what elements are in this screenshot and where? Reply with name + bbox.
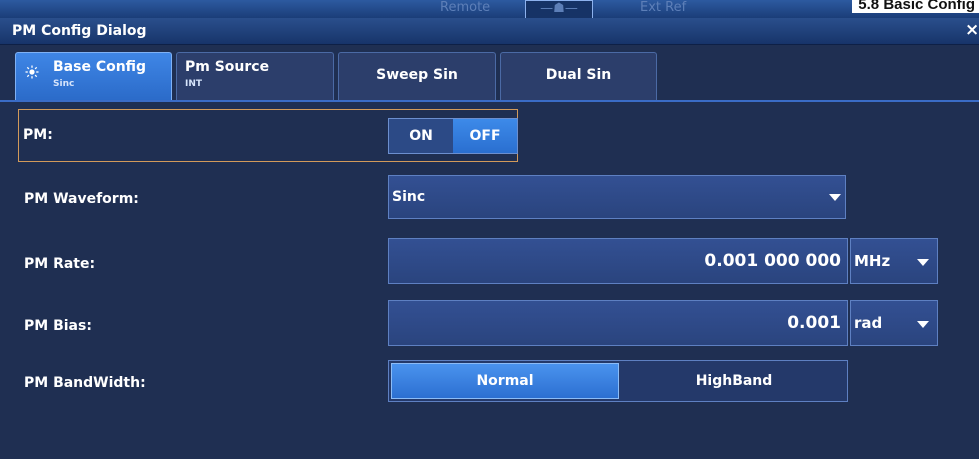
dialog-title: PM Config Dialog xyxy=(12,23,147,39)
pm-bias-unit-select[interactable]: rad xyxy=(850,300,938,346)
pm-rate-label: PM Rate: xyxy=(24,256,96,272)
tab-label: Base Config xyxy=(53,59,147,75)
pm-bandwidth-label: PM BandWidth: xyxy=(24,375,146,391)
tab-base-config[interactable]: Base Config Sinc xyxy=(15,52,172,100)
dialog-titlebar: PM Config Dialog × xyxy=(0,18,979,45)
pm-rate-input[interactable]: 0.001 000 000 xyxy=(388,238,848,284)
bandwidth-normal-option[interactable]: Normal xyxy=(391,363,619,399)
tab-sweep-sin[interactable]: Sweep Sin xyxy=(338,52,496,100)
tab-pm-source[interactable]: Pm Source INT xyxy=(176,52,334,100)
tab-bar: Base Config Sinc Pm Source INT Sweep Sin… xyxy=(0,45,979,102)
pm-off-option[interactable]: OFF xyxy=(453,119,517,153)
caret-down-icon xyxy=(829,194,841,201)
tab-dual-sin[interactable]: Dual Sin xyxy=(500,52,657,100)
pm-on-off-toggle[interactable]: ON OFF xyxy=(388,118,518,154)
pm-rate-unit: MHz xyxy=(854,252,891,270)
pm-bias-unit: rad xyxy=(854,314,883,332)
pm-waveform-value: Sinc xyxy=(392,189,426,205)
pm-rate-unit-select[interactable]: MHz xyxy=(850,238,938,284)
status-segment-left xyxy=(344,0,404,18)
pm-rate-value: 0.001 000 000 xyxy=(704,251,841,271)
caret-down-icon xyxy=(917,321,929,328)
section-heading: 5.8 Basic Config xyxy=(852,0,979,13)
pm-waveform-select[interactable]: Sinc xyxy=(388,175,846,219)
pm-bias-input[interactable]: 0.001 xyxy=(388,300,848,346)
caret-down-icon xyxy=(917,259,929,266)
tab-label: Dual Sin xyxy=(545,67,612,83)
status-segment-right xyxy=(712,0,772,18)
tab-label: Pm Source xyxy=(185,59,270,75)
close-icon[interactable]: × xyxy=(965,19,979,41)
sun-icon xyxy=(25,65,39,79)
tab-label: Sweep Sin xyxy=(376,67,458,83)
pm-bias-value: 0.001 xyxy=(787,313,841,333)
pm-label: PM: xyxy=(23,127,53,143)
pm-on-option[interactable]: ON xyxy=(389,119,453,153)
pm-waveform-label: PM Waveform: xyxy=(24,191,139,207)
pm-config-dialog: PM Config Dialog × Base Config Sinc Pm S… xyxy=(0,18,979,459)
pm-state-row: PM: ON OFF xyxy=(18,109,518,162)
instrument-status-strip: Remote —☗— Ext Ref 5.8 Basic Config xyxy=(0,0,979,18)
remote-indicator: Remote xyxy=(440,0,491,15)
pm-bandwidth-selector[interactable]: Normal HighBand xyxy=(388,360,848,402)
bandwidth-highband-option[interactable]: HighBand xyxy=(621,361,847,401)
pm-bias-label: PM Bias: xyxy=(24,318,92,334)
tab-sub-label: Sinc xyxy=(53,79,75,89)
home-button[interactable]: —☗— xyxy=(525,0,593,18)
ext-ref-indicator: Ext Ref xyxy=(640,0,687,15)
tab-sub-label: INT xyxy=(185,79,203,89)
